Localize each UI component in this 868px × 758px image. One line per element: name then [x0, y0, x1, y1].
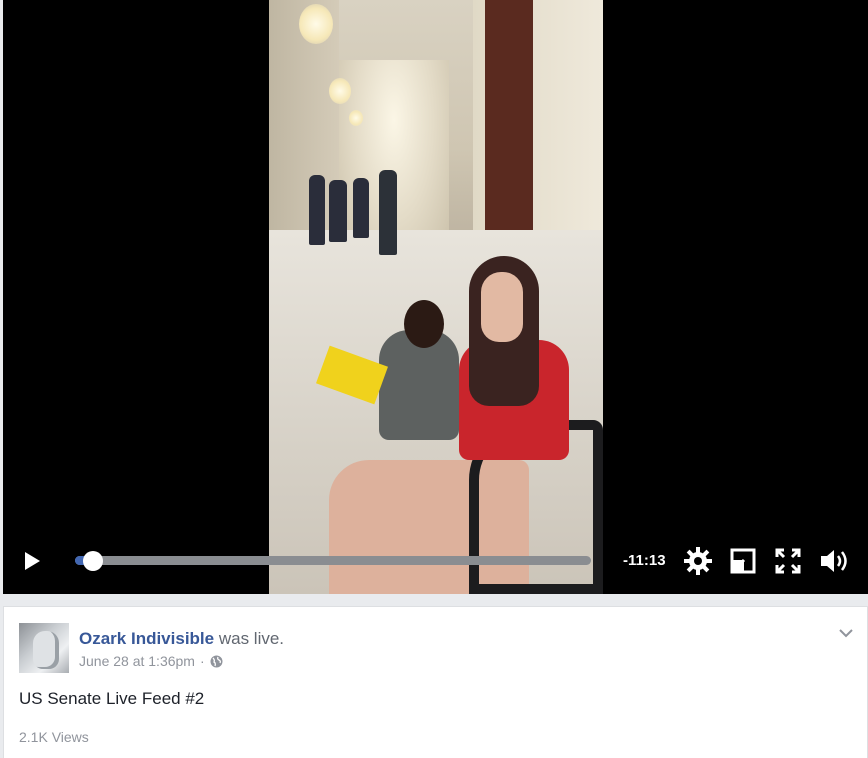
gear-icon[interactable] — [683, 546, 713, 576]
video-player[interactable]: -11:13 — [3, 0, 868, 594]
post-meta: June 28 at 1:36pm · — [79, 653, 223, 669]
seek-handle[interactable] — [83, 551, 103, 571]
post-header: Ozark Indivisible was live. — [79, 629, 284, 649]
video-controls: -11:13 — [3, 540, 868, 582]
post-card: Ozark Indivisible was live. June 28 at 1… — [3, 606, 868, 758]
author-link[interactable]: Ozark Indivisible — [79, 629, 214, 648]
post-action: was live. — [218, 629, 285, 648]
fullscreen-icon[interactable] — [775, 548, 801, 574]
meta-separator: · — [199, 653, 205, 669]
view-count: 2.1K Views — [19, 729, 89, 745]
post-timestamp[interactable]: June 28 at 1:36pm — [79, 653, 195, 669]
dock-icon[interactable] — [730, 548, 756, 574]
video-frame[interactable] — [269, 0, 603, 594]
play-icon[interactable] — [21, 550, 43, 572]
seek-bar[interactable] — [75, 551, 591, 571]
globe-icon[interactable] — [210, 655, 223, 668]
post-title: US Senate Live Feed #2 — [19, 689, 205, 708]
chevron-down-icon[interactable] — [839, 625, 853, 638]
volume-icon[interactable] — [819, 547, 851, 575]
avatar[interactable] — [19, 623, 69, 673]
remaining-time: -11:13 — [623, 552, 666, 569]
